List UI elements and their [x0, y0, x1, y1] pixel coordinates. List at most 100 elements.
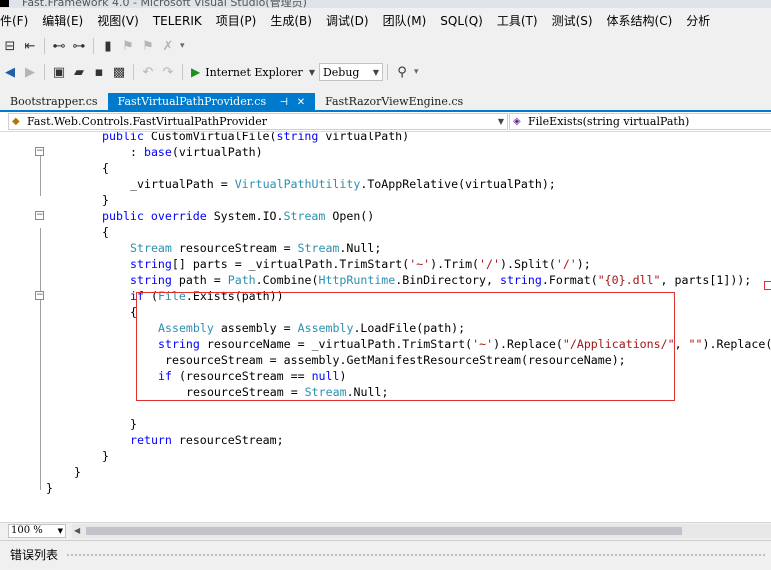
menu-project[interactable]: 项目(P) — [209, 10, 264, 32]
uncomment-icon[interactable]: ⊶ — [69, 36, 89, 56]
code-line: _virtualPath = VirtualPathUtility.ToAppR… — [130, 177, 556, 191]
tab-label: FastVirtualPathProvider.cs — [117, 95, 267, 108]
menu-team[interactable]: 团队(M) — [376, 10, 434, 32]
code-line: Assembly assembly = Assembly.LoadFile(pa… — [158, 321, 466, 335]
toolbar-separator — [93, 38, 94, 54]
navigate-back-icon[interactable]: ◀ — [0, 62, 20, 82]
horizontal-scrollbar[interactable]: ◀ — [72, 524, 771, 538]
menu-edit[interactable]: 编辑(E) — [35, 10, 90, 32]
undo-icon[interactable]: ↶ — [138, 62, 158, 82]
outline-line — [40, 228, 41, 468]
code-line: string resourceName = _virtualPath.TrimS… — [158, 337, 771, 351]
format-icon[interactable]: ⊟ — [0, 36, 20, 56]
save-icon[interactable]: ▪ — [89, 62, 109, 82]
toolbar-separator — [386, 64, 388, 80]
code-line: resourceStream = assembly.GetManifestRes… — [158, 353, 626, 367]
toolbar-separator — [182, 64, 183, 80]
text-editor-toolbar: ⊟ ⇤ ⊷ ⊶ ▮ ⚑ ⚑ ✗ ▾ — [0, 34, 771, 58]
menu-sql[interactable]: SQL(Q) — [433, 10, 490, 32]
member-value: FileExists(string virtualPath) — [528, 115, 690, 128]
menu-tools[interactable]: 工具(T) — [490, 10, 545, 32]
collapse-icon[interactable]: − — [35, 291, 44, 300]
tab-label: FastRazorViewEngine.cs — [325, 95, 464, 108]
menu-architecture[interactable]: 体系结构(C) — [600, 10, 680, 32]
code-line: if (resourceStream == null) — [158, 369, 347, 383]
menu-build[interactable]: 生成(B) — [263, 10, 319, 32]
code-line: Stream resourceStream = Stream.Null; — [130, 241, 382, 255]
panel-title[interactable]: 错误列表 — [10, 546, 58, 563]
method-icon: ◈ — [513, 116, 521, 127]
toolbar-separator — [44, 38, 45, 54]
code-line: resourceStream = Stream.Null; — [186, 385, 389, 399]
bookmark-icon[interactable]: ▮ — [98, 36, 118, 56]
toolbar-overflow-icon[interactable]: ▾ — [180, 41, 185, 51]
code-line: } — [102, 449, 109, 463]
code-line: } — [130, 417, 137, 431]
toolbar-overflow-icon[interactable]: ▾ — [414, 67, 419, 77]
editor-footer: 100 % ▼ ◀ — [0, 522, 771, 539]
tab-fast-razor-view-engine[interactable]: FastRazorViewEngine.cs — [315, 93, 473, 110]
pin-icon[interactable]: ⊣ — [280, 97, 289, 108]
next-bookmark-icon[interactable]: ⚑ — [138, 36, 158, 56]
navigation-bar: ◆ Fast.Web.Controls.FastVirtualPathProvi… — [0, 112, 771, 132]
chevron-down-icon: ▼ — [497, 117, 504, 126]
chevron-down-icon: ▼ — [57, 527, 63, 535]
menu-analyze[interactable]: 分析 — [679, 10, 717, 32]
tab-label: Bootstrapper.cs — [10, 95, 98, 108]
find-in-files-icon[interactable]: ⚲ — [392, 62, 412, 82]
outline-line — [40, 468, 41, 490]
document-tabs: Bootstrapper.cs FastVirtualPathProvider.… — [0, 92, 771, 112]
new-project-icon[interactable]: ▣ — [49, 62, 69, 82]
save-all-icon[interactable]: ▩ — [109, 62, 129, 82]
title-bar: Fast.Framework 4.0 - Microsoft Visual St… — [0, 0, 771, 8]
member-dropdown[interactable]: ◈ FileExists(string virtualPath) — [509, 113, 771, 130]
navigate-forward-icon[interactable]: ▶ — [20, 62, 40, 82]
menu-telerik[interactable]: TELERIK — [146, 10, 209, 32]
collapse-icon[interactable]: − — [35, 211, 44, 220]
clear-bookmarks-icon[interactable]: ✗ — [158, 36, 178, 56]
code-line: string path = Path.Combine(HttpRuntime.B… — [130, 273, 752, 287]
tab-bootstrapper[interactable]: Bootstrapper.cs — [0, 93, 108, 110]
menu-bar: 件(F) 编辑(E) 视图(V) TELERIK 项目(P) 生成(B) 调试(… — [0, 10, 771, 32]
open-file-icon[interactable]: ▰ — [69, 62, 89, 82]
solution-configuration-select[interactable]: Debug ▼ — [318, 63, 383, 81]
code-line: public override System.IO.Stream Open() — [102, 209, 375, 223]
menu-file[interactable]: 件(F) — [0, 10, 35, 32]
configuration-value: Debug — [322, 65, 360, 79]
code-line: { — [102, 161, 109, 175]
code-line: } — [74, 465, 81, 479]
run-target-label: Internet Explorer — [205, 65, 303, 79]
menu-debug[interactable]: 调试(D) — [319, 10, 376, 32]
menu-test[interactable]: 测试(S) — [545, 10, 600, 32]
code-line: string[] parts = _virtualPath.TrimStart(… — [130, 257, 591, 271]
panel-drag-grip[interactable] — [66, 553, 766, 556]
toolbar-separator — [44, 64, 45, 80]
scrollbar-thumb[interactable] — [86, 527, 682, 535]
code-line: if (File.Exists(path)) — [130, 289, 284, 303]
class-icon: ◆ — [12, 116, 20, 127]
prev-bookmark-icon[interactable]: ⚑ — [118, 36, 138, 56]
code-line: public CustomVirtualFile(string virtualP… — [102, 132, 410, 143]
redo-icon[interactable]: ↷ — [158, 62, 178, 82]
comment-icon[interactable]: ⊷ — [49, 36, 69, 56]
decrease-indent-icon[interactable]: ⇤ — [20, 36, 40, 56]
menu-view[interactable]: 视图(V) — [90, 10, 146, 32]
code-line: return resourceStream; — [130, 433, 284, 447]
start-debugging-button[interactable]: ▶ Internet Explorer ▼ — [187, 63, 319, 81]
code-editor[interactable]: − − − public CustomVirtualFile(string vi… — [0, 132, 771, 522]
zoom-select[interactable]: 100 % ▼ — [8, 524, 66, 538]
window-title: Fast.Framework 4.0 - Microsoft Visual St… — [22, 0, 307, 8]
error-list-panel: 错误列表 — [0, 540, 771, 570]
code-line: } — [102, 193, 109, 207]
code-line: : base(virtualPath) — [130, 145, 263, 159]
code-line: { — [102, 225, 109, 239]
standard-toolbar: ◀ ▶ ▣ ▰ ▪ ▩ ↶ ↷ ▶ Internet Explorer ▼ De… — [0, 60, 771, 84]
scroll-left-icon[interactable]: ◀ — [74, 524, 80, 538]
zoom-value: 100 % — [11, 525, 43, 536]
close-icon[interactable]: ✕ — [297, 97, 305, 108]
toolbar-separator — [133, 64, 134, 80]
play-icon: ▶ — [191, 65, 201, 79]
collapse-icon[interactable]: − — [35, 147, 44, 156]
class-dropdown[interactable]: ◆ Fast.Web.Controls.FastVirtualPathProvi… — [8, 113, 508, 130]
tab-fast-virtual-path-provider[interactable]: FastVirtualPathProvider.cs ⊣ ✕ — [107, 93, 316, 110]
